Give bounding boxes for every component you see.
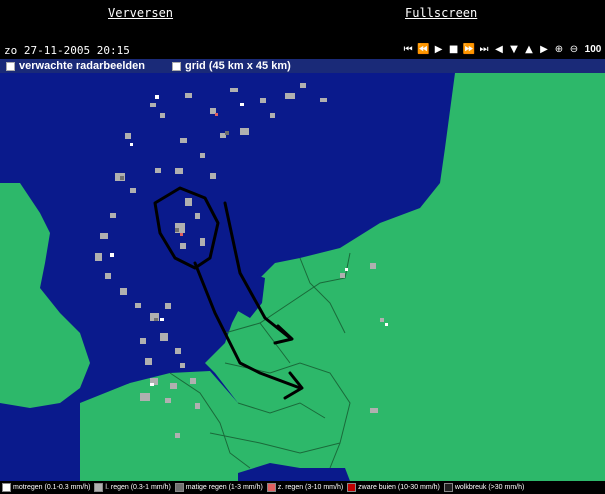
radar-timestamp: zo 27-11-2005 20:15 (4, 44, 130, 57)
pan-right-icon[interactable]: ▶ (538, 43, 550, 57)
playback-controls: ⏮ ⏪ ▶ ■ ⏩ ⏭ ◀ ▼ ▲ ▶ ⊕ ⊖ 100 (402, 43, 603, 57)
play-icon[interactable]: ▶ (433, 43, 445, 57)
fast-forward-icon[interactable]: ⏩ (463, 43, 475, 57)
legend-label: zware buien (10-30 mm/h) (358, 484, 440, 491)
legend-item: l. regen (0.3-1 mm/h) (94, 483, 171, 492)
zoom-level: 100 (584, 44, 602, 55)
zoom-in-icon[interactable]: ⊕ (553, 43, 565, 57)
legend-swatch (94, 483, 104, 492)
legend-swatch (266, 483, 276, 492)
legend-item: zware buien (10-30 mm/h) (347, 483, 440, 492)
rewind-icon[interactable]: ⏪ (417, 43, 429, 57)
pan-down-icon[interactable]: ▼ (508, 43, 520, 57)
grid-label: grid (45 km x 45 km) (185, 60, 291, 72)
radar-map[interactable] (0, 73, 605, 481)
legend-swatch (443, 483, 453, 492)
legend-swatch (347, 483, 357, 492)
legend-swatch (174, 483, 184, 492)
legend-label: z. regen (3-10 mm/h) (277, 484, 344, 491)
grid-toggle[interactable]: grid (45 km x 45 km) (172, 60, 291, 72)
legend-item: wolkbreuk (>30 mm/h) (443, 483, 525, 492)
forecast-toggle[interactable]: verwachte radarbeelden (6, 60, 145, 72)
pan-left-icon[interactable]: ◀ (493, 43, 505, 57)
legend-item: z. regen (3-10 mm/h) (266, 483, 344, 492)
forecast-label: verwachte radarbeelden (19, 60, 145, 72)
forecast-checkbox[interactable] (6, 61, 15, 71)
grid-checkbox[interactable] (172, 61, 181, 71)
refresh-link[interactable]: Verversen (108, 6, 173, 20)
top-links: Verversen Fullscreen (0, 0, 605, 40)
stop-icon[interactable]: ■ (448, 43, 460, 57)
legend-item: matige regen (1-3 mm/h) (174, 483, 263, 492)
fullscreen-link[interactable]: Fullscreen (405, 6, 477, 20)
last-frame-icon[interactable]: ⏭ (478, 43, 490, 57)
legend-label: l. regen (0.3-1 mm/h) (105, 484, 171, 491)
precipitation-legend: motregen (0.1-0.3 mm/h) l. regen (0.3-1 m… (0, 481, 605, 494)
zoom-out-icon[interactable]: ⊖ (568, 43, 580, 57)
pan-up-icon[interactable]: ▲ (523, 43, 535, 57)
legend-label: matige regen (1-3 mm/h) (185, 484, 263, 491)
first-frame-icon[interactable]: ⏮ (402, 43, 414, 57)
legend-label: wolkbreuk (>30 mm/h) (454, 484, 525, 491)
legend-item: motregen (0.1-0.3 mm/h) (2, 483, 90, 492)
playback-bar: zo 27-11-2005 20:15 ⏮ ⏪ ▶ ■ ⏩ ⏭ ◀ ▼ ▲ ▶ ⊕ ⊖ 100 (0, 43, 605, 59)
options-bar: verwachte radarbeelden grid (45 km x 45 … (0, 59, 605, 73)
legend-label: motregen (0.1-0.3 mm/h) (13, 484, 91, 491)
legend-swatch (2, 483, 11, 492)
